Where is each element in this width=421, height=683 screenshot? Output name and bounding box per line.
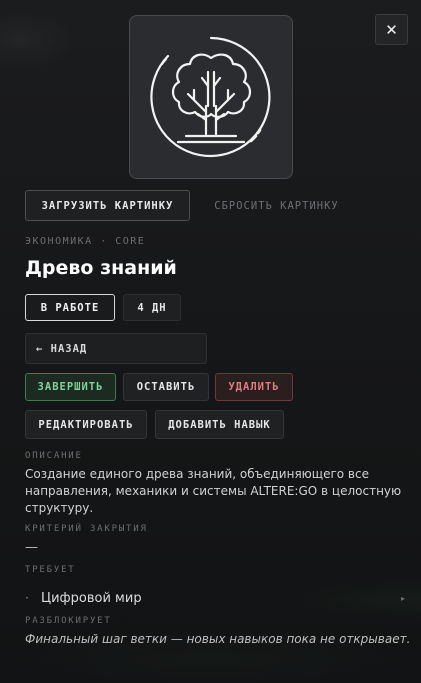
skill-image-frame[interactable] (129, 15, 293, 179)
requires-item-name: Цифровой мир (41, 590, 142, 606)
add-skill-button[interactable]: ДОБАВИТЬ НАВЫК (155, 410, 284, 439)
description-text: Создание единого древа знаний, объединяю… (25, 467, 402, 515)
back-button[interactable]: ← НАЗАД (25, 333, 207, 364)
finish-button[interactable]: ЗАВЕРШИТЬ (25, 373, 116, 401)
chevron-right-icon: ▸ (400, 593, 405, 603)
reset-image-button[interactable]: СБРОСИТЬ КАРТИНКУ (199, 190, 354, 221)
unlocks-label: РАЗБЛОКИРУЕТ (25, 616, 112, 626)
close-icon: ✕ (385, 20, 398, 39)
node-title: Древо знаний (25, 257, 177, 279)
skill-detail-panel: ✕ ЗАГРУЗИТЬ КАРТИНКУ СБРОСИТЬ КАРТИНКУ Э… (0, 0, 421, 683)
edit-button[interactable]: РЕДАКТИРОВАТЬ (25, 410, 147, 439)
requires-label: ТРЕБУЕТ (25, 565, 76, 575)
bullet-icon: · (25, 591, 29, 605)
close-button[interactable]: ✕ (375, 14, 408, 45)
status-badge[interactable]: В РАБОТЕ (25, 294, 115, 321)
node-category: ЭКОНОМИКА · CORE (25, 236, 146, 247)
criteria-value: — (25, 540, 38, 555)
unlocks-note: Финальный шаг ветки — новых навыков пока… (25, 632, 411, 646)
duration-badge: 4 ДН (123, 294, 181, 321)
requires-item[interactable]: · Цифровой мир ▸ (25, 588, 405, 608)
delete-button[interactable]: УДАЛИТЬ (215, 373, 293, 401)
criteria-label: КРИТЕРИЙ ЗАКРЫТИЯ (25, 524, 148, 534)
upload-image-button[interactable]: ЗАГРУЗИТЬ КАРТИНКУ (25, 190, 190, 221)
description-label: ОПИСАНИЕ (25, 451, 83, 461)
tree-icon (150, 36, 271, 158)
leave-button[interactable]: ОСТАВИТЬ (123, 373, 209, 401)
